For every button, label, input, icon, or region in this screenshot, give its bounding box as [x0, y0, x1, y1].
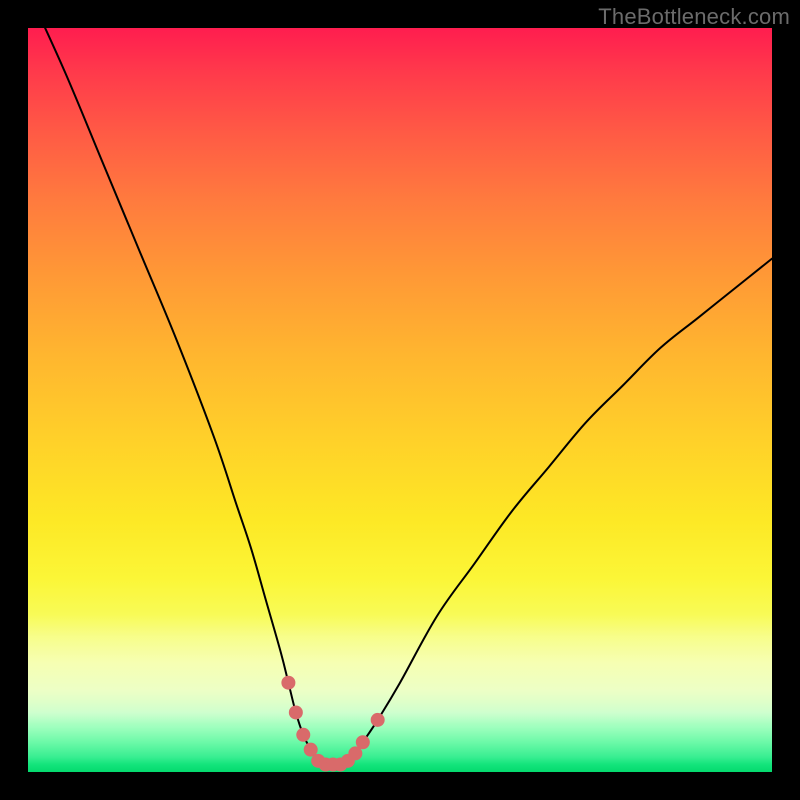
watermark-text: TheBottleneck.com	[598, 4, 790, 30]
chart-frame	[28, 28, 772, 772]
chart-background-gradient	[28, 28, 772, 772]
